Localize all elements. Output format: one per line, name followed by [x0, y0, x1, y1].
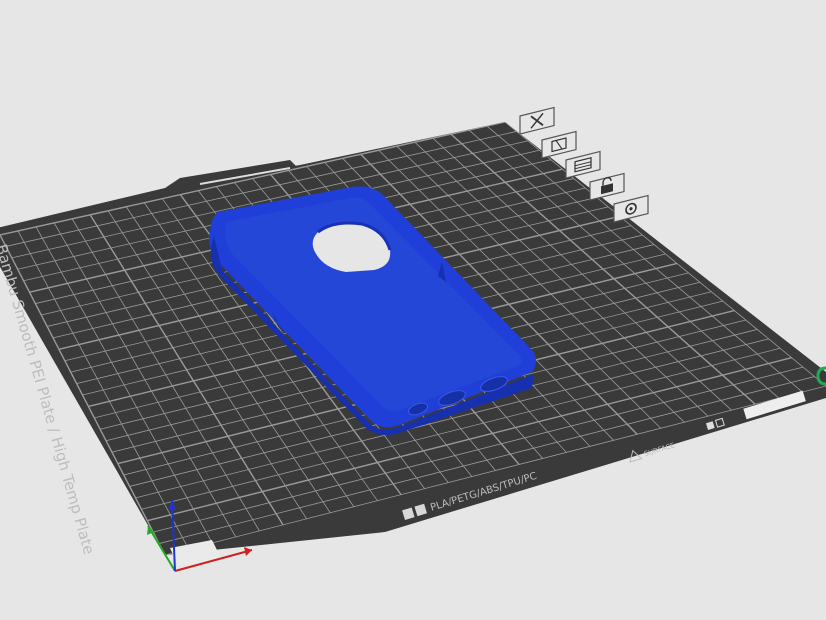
settings-icon[interactable]: [613, 194, 649, 223]
close-icon[interactable]: [519, 106, 555, 135]
orient-icon[interactable]: [541, 130, 577, 159]
3d-viewport[interactable]: Bambu Smooth PEI Plate / High Temp Plate…: [0, 0, 826, 620]
x-axis-arrow: [244, 547, 252, 556]
lock-icon[interactable]: [589, 172, 625, 201]
arrange-icon[interactable]: [565, 150, 601, 179]
